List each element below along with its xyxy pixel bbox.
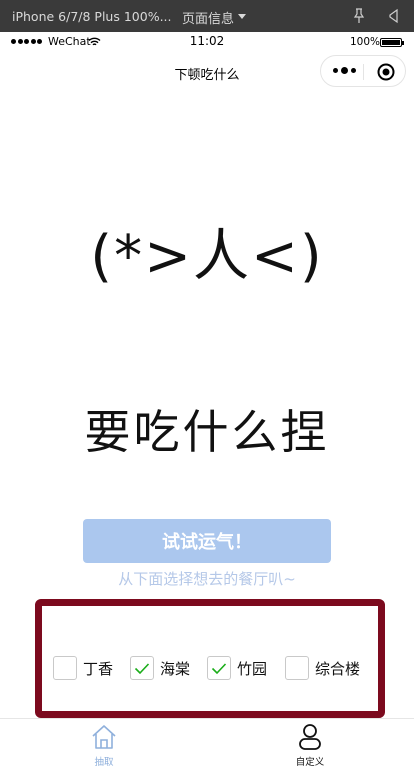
user-icon (299, 724, 321, 750)
device-selector[interactable]: iPhone 6/7/8 Plus 100%... (12, 9, 172, 24)
page-info-menu[interactable]: 页面信息 (182, 8, 234, 27)
nav-bar: 下顿吃什么 (0, 52, 414, 92)
capsule-divider (363, 64, 364, 80)
checkbox[interactable] (207, 656, 231, 680)
tab-draw[interactable]: 抽取 (74, 719, 134, 768)
checkmark-icon (134, 662, 150, 674)
checkbox[interactable] (130, 656, 154, 680)
option-label: 综合楼 (315, 659, 361, 678)
speaker-icon[interactable] (386, 8, 400, 24)
battery-percent: 100% (350, 36, 381, 48)
option-zhuyuan[interactable]: 竹园 (207, 655, 267, 681)
option-dingxiang[interactable]: 丁香 (53, 655, 113, 681)
status-bar: WeChat 11:02 100% (0, 32, 414, 52)
close-icon[interactable] (377, 63, 395, 81)
home-icon (92, 725, 116, 749)
tab-bar: 抽取 自定义 (0, 718, 414, 768)
option-label: 竹园 (237, 659, 268, 678)
option-haitang[interactable]: 海棠 (130, 655, 190, 681)
checkbox[interactable] (53, 656, 77, 680)
restaurant-options: 丁香 海棠 竹园 综合楼 (35, 599, 385, 718)
chevron-down-icon[interactable] (238, 14, 246, 19)
pin-icon[interactable] (352, 8, 366, 24)
option-zongheleou[interactable]: 综合楼 (285, 655, 360, 681)
try-luck-button[interactable]: 试试运气！ (83, 519, 331, 563)
devtools-toolbar: iPhone 6/7/8 Plus 100%... 页面信息 (0, 0, 414, 32)
option-label: 丁香 (83, 659, 114, 678)
option-label: 海棠 (160, 659, 191, 678)
battery-icon (380, 38, 404, 47)
checkbox[interactable] (285, 656, 309, 680)
headline: 要吃什么捏 (84, 405, 330, 459)
more-icon[interactable] (333, 67, 356, 74)
kaomoji: (*>人<) (90, 224, 324, 289)
tab-label: 自定义 (295, 757, 325, 768)
checkmark-icon (211, 662, 227, 674)
menu-capsule (320, 55, 406, 87)
tab-label: 抽取 (94, 757, 114, 768)
tab-custom[interactable]: 自定义 (280, 719, 340, 768)
hint-text: 从下面选择想去的餐厅叭~ (118, 570, 296, 588)
